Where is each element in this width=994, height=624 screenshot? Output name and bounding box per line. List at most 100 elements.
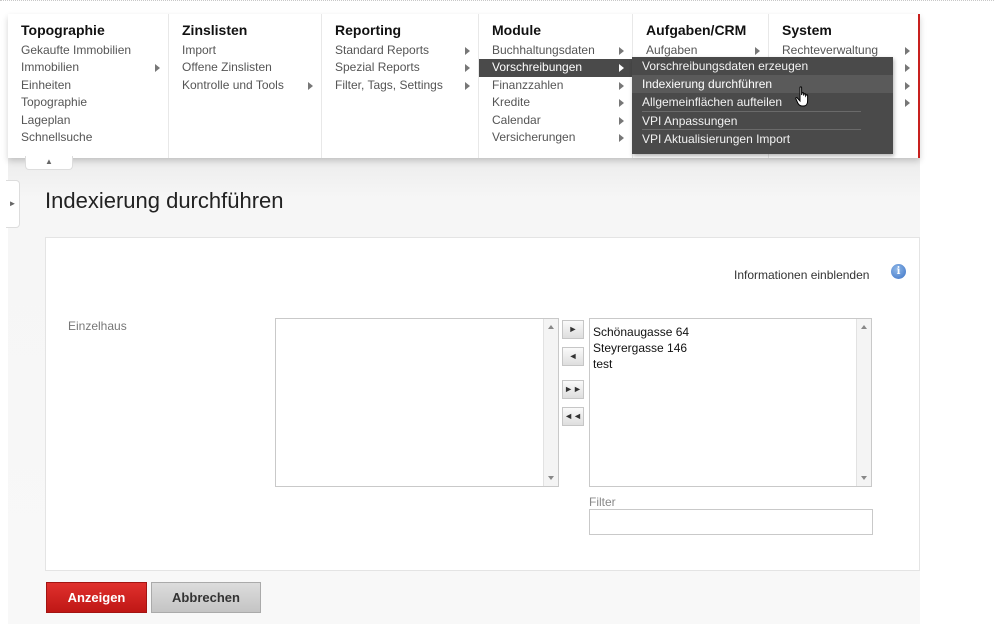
menu-item[interactable]: Lageplan — [8, 112, 168, 129]
menu-item-label: Immobilien — [21, 60, 80, 75]
list-option[interactable]: Steyrergasse 146 — [590, 340, 689, 356]
field-label-einzelhaus: Einzelhaus — [68, 319, 127, 333]
submenu-arrow-icon — [905, 47, 910, 55]
menu-item-label: Filter, Tags, Settings — [335, 77, 443, 92]
move-all-left-button[interactable]: ◄◄ — [562, 407, 584, 426]
sidebar-expand-toggle[interactable]: ► — [6, 180, 20, 228]
menu-item[interactable]: Buchhaltungsdaten — [479, 42, 632, 59]
menu-item[interactable]: Versicherungen — [479, 129, 632, 146]
submenu-item[interactable]: Vorschreibungsdaten erzeugen — [632, 57, 893, 75]
menu-item-label: Finanzzahlen — [492, 77, 564, 92]
menu-column-title[interactable]: Module — [492, 22, 541, 38]
move-selected-left-button[interactable]: ◄ — [562, 347, 584, 366]
submenu-arrow-icon — [905, 99, 910, 108]
submenu-arrow-icon — [619, 116, 624, 125]
move-all-right-button[interactable]: ►► — [562, 380, 584, 399]
page-title: Indexierung durchführen — [45, 188, 284, 213]
menu-column-title[interactable]: System — [782, 22, 832, 38]
vorschreibungen-submenu: Vorschreibungsdaten erzeugen Indexierung … — [632, 57, 893, 154]
submenu-arrow-icon — [619, 133, 624, 142]
menu-item[interactable]: Kredite — [479, 94, 632, 111]
submenu-item[interactable]: Indexierung durchführen — [632, 75, 893, 94]
menu-item-label: Lageplan — [21, 112, 71, 127]
menu-item-label: Offene Zinslisten — [182, 60, 272, 75]
top-dotted-line — [0, 0, 994, 3]
menu-column-title[interactable]: Aufgaben/CRM — [646, 22, 746, 38]
menu-item[interactable]: Calendar — [479, 112, 632, 129]
submenu-arrow-icon — [619, 99, 624, 108]
menu-column-items: Import Offene Zinslisten Kontrolle und Too… — [169, 42, 321, 94]
menu-column-items: Gekaufte Immobilien Immobilien Einheiten To… — [8, 42, 168, 146]
menu-item[interactable]: Topographie — [8, 94, 168, 111]
scroll-down-icon[interactable] — [548, 476, 554, 480]
submenu-arrow-icon — [905, 81, 910, 90]
menu-item[interactable]: Filter, Tags, Settings — [322, 77, 478, 94]
cancel-button[interactable]: Abbrechen — [151, 582, 261, 613]
filter-label: Filter — [589, 495, 616, 509]
menu-item-label: Kontrolle und Tools — [182, 77, 284, 92]
menu-item-label: Schnellsuche — [21, 129, 93, 144]
menu-item[interactable]: Schnellsuche — [8, 129, 168, 146]
menu-item-label: Rechteverwaltung — [782, 43, 879, 57]
info-icon[interactable]: i — [891, 264, 906, 279]
submenu-item[interactable]: VPI Aktualisierungen Import — [632, 130, 893, 148]
selected-options: Schönaugasse 64 Steyrergasse 146 test — [590, 324, 689, 372]
menu-item-label: Versicherungen — [492, 129, 576, 144]
menu-column-module: Module Buchhaltungsdaten Vorschreibungen Fi… — [479, 14, 633, 158]
move-selected-right-button[interactable]: ► — [562, 320, 584, 339]
menu-item[interactable]: Gekaufte Immobilien — [8, 42, 168, 59]
menu-item-label: Buchhaltungsdaten — [492, 43, 595, 57]
menu-item[interactable]: Spezial Reports — [322, 59, 478, 76]
submenu-arrow-icon — [619, 47, 624, 55]
menu-item-label: Import — [182, 43, 217, 57]
list-option[interactable]: Schönaugasse 64 — [590, 324, 689, 340]
menu-item-label: Standard Reports — [335, 43, 430, 57]
menu-item-label: Gekaufte Immobilien — [21, 43, 132, 57]
filter-input[interactable] — [589, 509, 873, 535]
submenu-arrow-icon — [465, 47, 470, 55]
menu-item-label: Spezial Reports — [335, 60, 420, 75]
collapse-menu-toggle[interactable]: ▲ — [25, 156, 73, 170]
menu-item[interactable]: Standard Reports — [322, 42, 478, 59]
submenu-arrow-icon — [619, 81, 624, 90]
available-list-scrollbar[interactable] — [543, 319, 558, 486]
selected-options-list[interactable]: Schönaugasse 64 Steyrergasse 146 test — [589, 318, 872, 487]
scroll-up-icon[interactable] — [548, 325, 554, 329]
menu-item[interactable]: Offene Zinslisten — [169, 59, 321, 76]
submenu-arrow-icon — [155, 64, 160, 73]
menu-item-label: Aufgaben — [646, 43, 698, 57]
menu-item[interactable]: Vorschreibungen — [479, 59, 632, 77]
menu-item[interactable]: Immobilien — [8, 59, 168, 76]
menu-item[interactable]: Einheiten — [8, 77, 168, 94]
selected-list-scrollbar[interactable] — [856, 319, 871, 486]
show-button[interactable]: Anzeigen — [46, 582, 147, 613]
menu-item-label: Topographie — [21, 95, 88, 110]
menu-item-label: Kredite — [492, 95, 531, 110]
menu-column-title[interactable]: Reporting — [335, 22, 401, 38]
submenu-arrow-icon — [308, 81, 313, 90]
menu-item-label: Einheiten — [21, 77, 72, 92]
menu-column-topographie: Topographie Gekaufte Immobilien Immobilien… — [8, 14, 169, 158]
submenu-arrow-icon — [465, 64, 470, 73]
menu-item[interactable]: Kontrolle und Tools — [169, 77, 321, 94]
show-info-link[interactable]: Informationen einblenden — [734, 268, 869, 282]
menu-item[interactable]: Import — [169, 42, 321, 59]
menu-item-label: Vorschreibungen — [492, 60, 583, 75]
list-option[interactable]: test — [590, 356, 689, 372]
menu-column-title[interactable]: Topographie — [21, 22, 105, 38]
menu-column-zinslisten: Zinslisten Import Offene Zinslisten Kontrol… — [169, 14, 322, 158]
submenu-item[interactable]: Allgemeinflächen aufteilen — [632, 93, 893, 112]
submenu-item[interactable]: VPI Anpassungen — [632, 112, 893, 130]
scroll-down-icon[interactable] — [861, 476, 867, 480]
available-options-list[interactable] — [275, 318, 559, 487]
menu-column-title[interactable]: Zinslisten — [182, 22, 247, 38]
submenu-arrow-icon — [465, 81, 470, 90]
menu-column-items: Buchhaltungsdaten Vorschreibungen Finanzza… — [479, 42, 632, 146]
menu-item[interactable]: Finanzzahlen — [479, 77, 632, 94]
hand-cursor-icon — [795, 86, 809, 107]
menu-column-items: Standard Reports Spezial Reports Filter, T… — [322, 42, 478, 94]
scroll-up-icon[interactable] — [861, 325, 867, 329]
submenu-arrow-icon — [619, 64, 624, 73]
submenu-arrow-icon — [905, 64, 910, 73]
submenu-arrow-icon — [755, 47, 760, 55]
